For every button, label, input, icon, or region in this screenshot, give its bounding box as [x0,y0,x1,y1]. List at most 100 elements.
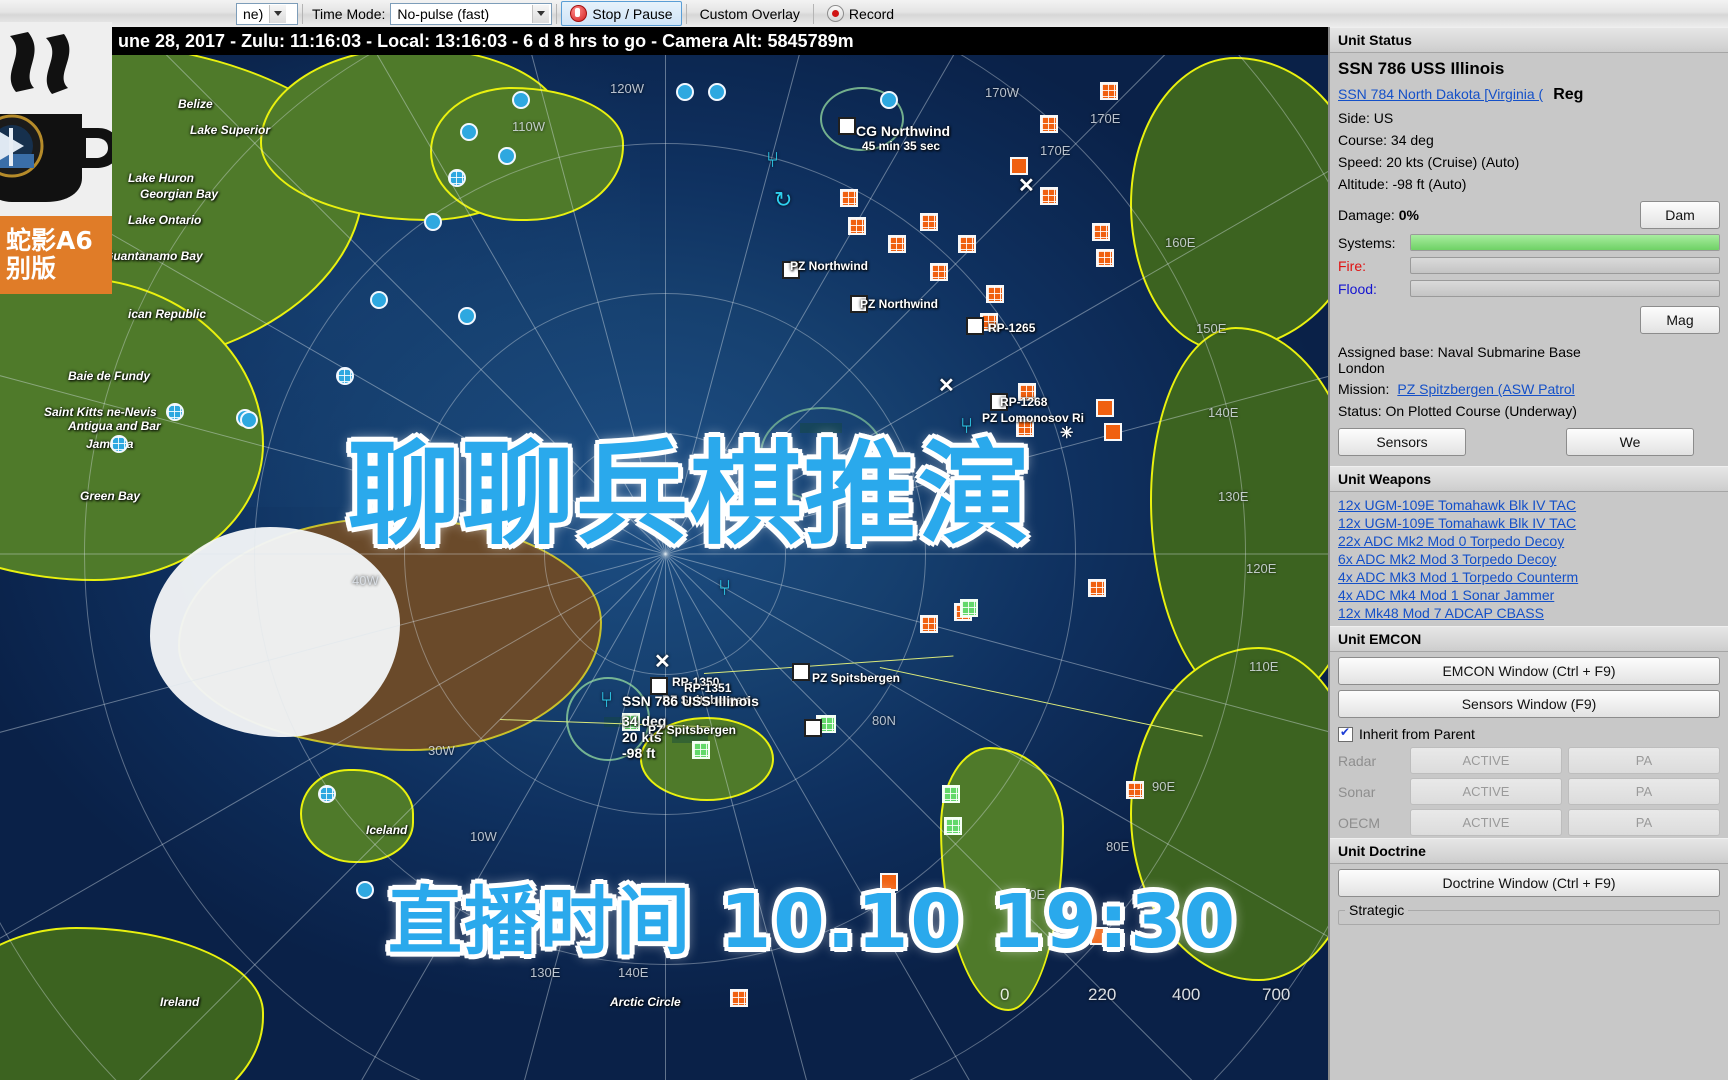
emcon-active-button[interactable]: ACTIVE [1410,778,1562,805]
unit-label[interactable]: -98 ft [622,745,655,761]
emcon-passive-button[interactable]: PA [1568,747,1720,774]
weapon-item[interactable]: 6x ADC Mk2 Mod 3 Torpedo Decoy [1338,550,1720,568]
emcon-window-button[interactable]: EMCON Window (Ctrl + F9) [1338,657,1720,685]
unit-weapons-list[interactable]: 12x UGM-109E Tomahawk Blk IV TAC 12x UGM-… [1330,492,1728,626]
fire-bar [1410,257,1720,274]
emcon-passive-button[interactable]: PA [1568,809,1720,836]
doctrine-window-button[interactable]: Doctrine Window (Ctrl + F9) [1338,869,1720,897]
unit-marker[interactable] [880,91,898,109]
unit-label[interactable]: SSN 786 USS Illinois [622,693,759,709]
unit-marker[interactable] [930,263,948,281]
checkbox-icon[interactable] [1338,725,1353,742]
unit-marker[interactable] [110,435,128,453]
grid-label: 130E [1218,489,1249,504]
unit-marker[interactable] [888,235,906,253]
unit-label[interactable]: 45 min 35 sec [862,139,940,153]
weapon-item[interactable]: 22x ADC Mk2 Mod 0 Torpedo Decoy [1338,532,1720,550]
unit-marker[interactable] [920,213,938,231]
unit-marker[interactable] [424,213,442,231]
damage-button[interactable]: Dam [1640,201,1720,229]
weapon-item[interactable]: 4x ADC Mk3 Mod 1 Torpedo Counterm [1338,568,1720,586]
unit-marker[interactable] [356,881,374,899]
unit-marker[interactable] [512,91,530,109]
unit-marker[interactable] [966,317,984,335]
unit-marker[interactable] [942,785,960,803]
unit-marker[interactable] [1040,187,1058,205]
weapons-button[interactable]: We [1566,428,1694,456]
emcon-active-button[interactable]: ACTIVE [1410,747,1562,774]
unit-label[interactable]: PZ Northwind [790,259,868,273]
emcon-rows[interactable]: Radar ACTIVE PA Sonar ACTIVE PA OECM ACTIVE PA [1330,745,1728,838]
sensors-button[interactable]: Sensors [1338,428,1466,456]
place-label: Baie de Fundy [68,369,151,383]
unit-marker[interactable] [792,663,810,681]
unit-marker[interactable] [840,189,858,207]
unit-marker[interactable] [166,403,184,421]
unit-marker[interactable] [1104,423,1122,441]
unit-marker[interactable] [986,285,1004,303]
unit-marker[interactable] [1040,115,1058,133]
unit-marker[interactable] [708,83,726,101]
unit-marker[interactable] [458,307,476,325]
unit-marker[interactable] [1096,399,1114,417]
unit-marker[interactable] [318,785,336,803]
unit-marker[interactable] [920,615,938,633]
emcon-row[interactable]: Radar ACTIVE PA [1330,745,1728,776]
emcon-name: OECM [1338,814,1380,831]
chevron-down-icon[interactable] [269,4,287,23]
emcon-active-button[interactable]: ACTIVE [1410,809,1562,836]
unit-marker[interactable] [848,217,866,235]
weapon-item[interactable]: 12x UGM-109E Tomahawk Blk IV TAC [1338,496,1720,514]
unit-marker[interactable] [960,599,978,617]
sensors-window-button[interactable]: Sensors Window (F9) [1338,690,1720,718]
unit-marker[interactable] [336,367,354,385]
unit-label[interactable]: PZ Spitsbergen [812,671,900,685]
unit-label[interactable]: PZ Northwind [860,297,938,311]
unit-marker[interactable] [1088,579,1106,597]
inherit-from-parent-checkbox[interactable]: Inherit from Parent [1330,723,1728,745]
unit-marker[interactable] [498,147,516,165]
unit-marker[interactable] [1100,82,1118,100]
strategic-legend: Strategic [1349,902,1405,918]
unit-marker[interactable] [838,117,856,135]
record-button[interactable]: Record [818,1,903,26]
unit-speed: Speed: 20 kts (Cruise) (Auto) [1338,154,1520,170]
unit-label[interactable]: PZ Spitsbergen [648,723,736,737]
custom-overlay-button[interactable]: Custom Overlay [691,1,809,26]
unit-marker[interactable] [944,817,962,835]
place-label: Arctic Circle [610,995,681,1009]
time-status-text: une 28, 2017 - Zulu: 11:16:03 - Local: 1… [118,30,854,51]
unit-marker[interactable] [448,169,466,187]
unit-label[interactable]: RP-1265 [988,321,1035,335]
chevron-down-icon[interactable] [532,4,550,23]
weapon-item[interactable]: 12x UGM-109E Tomahawk Blk IV TAC [1338,514,1720,532]
unit-class-link[interactable]: SSN 784 North Dakota [Virginia ( [1338,86,1543,102]
unit-marker[interactable] [692,741,710,759]
emcon-row[interactable]: Sonar ACTIVE PA [1330,776,1728,807]
left-combo[interactable]: ne) [236,2,298,25]
weapon-item[interactable]: 4x ADC Mk4 Mod 1 Sonar Jammer [1338,586,1720,604]
strategic-group: Strategic [1338,902,1720,925]
unit-marker[interactable] [1126,781,1144,799]
unit-marker[interactable] [730,989,748,1007]
magazines-button[interactable]: Mag [1640,306,1720,334]
unit-marker[interactable] [240,411,258,429]
grid-label: 40W [352,573,379,588]
emcon-passive-button[interactable]: PA [1568,778,1720,805]
unit-marker[interactable] [1096,249,1114,267]
unit-marker[interactable] [958,235,976,253]
grid-label: 150E [1196,321,1227,336]
emcon-row[interactable]: OECM ACTIVE PA [1330,807,1728,838]
unit-marker[interactable] [370,291,388,309]
time-mode-combo[interactable]: No-pulse (fast) [390,2,553,25]
unit-marker[interactable] [676,83,694,101]
register-label[interactable]: Reg [1553,86,1583,104]
unit-label[interactable]: CG Northwind [856,123,950,139]
mission-link[interactable]: PZ Spitzbergen (ASW Patrol [1397,381,1574,397]
weapon-item[interactable]: 12x Mk48 Mod 7 ADCAP CBASS [1338,604,1720,622]
right-panel[interactable]: Unit Status SSN 786 USS Illinois SSN 784… [1328,27,1728,1080]
unit-marker[interactable] [460,123,478,141]
stop-pause-button[interactable]: Stop / Pause [561,1,682,26]
unit-marker[interactable] [804,719,822,737]
unit-marker[interactable] [1092,223,1110,241]
